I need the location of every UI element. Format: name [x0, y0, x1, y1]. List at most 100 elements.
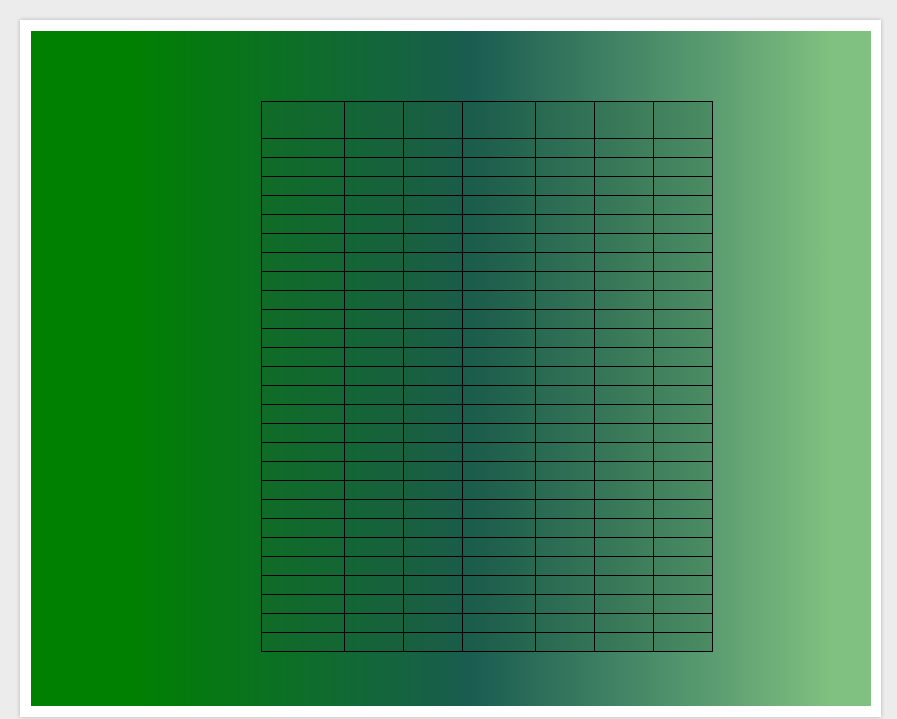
table-cell[interactable]: [535, 632, 595, 652]
table-cell[interactable]: [462, 632, 536, 652]
table-cell[interactable]: [594, 347, 654, 367]
table-cell[interactable]: [344, 309, 404, 329]
table-cell[interactable]: [535, 328, 595, 348]
table-cell[interactable]: [535, 366, 595, 386]
table-cell[interactable]: [261, 290, 345, 310]
table-cell[interactable]: [594, 233, 654, 253]
table-cell[interactable]: [261, 157, 345, 177]
table-cell[interactable]: [653, 328, 713, 348]
table-cell[interactable]: [462, 101, 536, 139]
table-cell[interactable]: [403, 195, 463, 215]
table-cell[interactable]: [344, 537, 404, 557]
table-cell[interactable]: [344, 328, 404, 348]
table-cell[interactable]: [594, 537, 654, 557]
table-cell[interactable]: [462, 347, 536, 367]
table-cell[interactable]: [653, 176, 713, 196]
table-cell[interactable]: [344, 195, 404, 215]
table-cell[interactable]: [653, 214, 713, 234]
table-cell[interactable]: [403, 176, 463, 196]
table-cell[interactable]: [653, 537, 713, 557]
table-cell[interactable]: [261, 632, 345, 652]
table-cell[interactable]: [653, 461, 713, 481]
table-cell[interactable]: [462, 271, 536, 291]
table-cell[interactable]: [594, 385, 654, 405]
table-cell[interactable]: [462, 214, 536, 234]
table-cell[interactable]: [344, 575, 404, 595]
table-cell[interactable]: [403, 461, 463, 481]
table-cell[interactable]: [653, 518, 713, 538]
table-cell[interactable]: [462, 442, 536, 462]
table-cell[interactable]: [344, 101, 404, 139]
table-cell[interactable]: [261, 214, 345, 234]
table-cell[interactable]: [261, 252, 345, 272]
table-cell[interactable]: [462, 518, 536, 538]
table-cell[interactable]: [403, 537, 463, 557]
table-cell[interactable]: [535, 214, 595, 234]
table-cell[interactable]: [403, 233, 463, 253]
table-cell[interactable]: [403, 575, 463, 595]
table-cell[interactable]: [344, 594, 404, 614]
table-cell[interactable]: [403, 442, 463, 462]
table-cell[interactable]: [462, 404, 536, 424]
table-cell[interactable]: [594, 195, 654, 215]
table-cell[interactable]: [462, 499, 536, 519]
table-cell[interactable]: [462, 480, 536, 500]
table-cell[interactable]: [261, 556, 345, 576]
table-cell[interactable]: [261, 328, 345, 348]
table-cell[interactable]: [261, 613, 345, 633]
table-cell[interactable]: [594, 404, 654, 424]
table-cell[interactable]: [344, 214, 404, 234]
table-cell[interactable]: [261, 233, 345, 253]
table-cell[interactable]: [462, 328, 536, 348]
table-cell[interactable]: [344, 613, 404, 633]
table-cell[interactable]: [462, 366, 536, 386]
table-cell[interactable]: [261, 385, 345, 405]
table-cell[interactable]: [594, 138, 654, 158]
table-cell[interactable]: [653, 499, 713, 519]
table-cell[interactable]: [653, 252, 713, 272]
table-cell[interactable]: [594, 556, 654, 576]
table-cell[interactable]: [653, 442, 713, 462]
table-cell[interactable]: [261, 480, 345, 500]
table-cell[interactable]: [535, 271, 595, 291]
table-cell[interactable]: [462, 195, 536, 215]
table-cell[interactable]: [535, 101, 595, 139]
table-cell[interactable]: [403, 138, 463, 158]
table-cell[interactable]: [403, 480, 463, 500]
table-cell[interactable]: [344, 233, 404, 253]
table-cell[interactable]: [403, 366, 463, 386]
table-cell[interactable]: [462, 309, 536, 329]
table-cell[interactable]: [261, 442, 345, 462]
table-cell[interactable]: [403, 613, 463, 633]
table-cell[interactable]: [653, 385, 713, 405]
table-cell[interactable]: [535, 613, 595, 633]
table-cell[interactable]: [261, 176, 345, 196]
table-cell[interactable]: [344, 385, 404, 405]
table-cell[interactable]: [653, 271, 713, 291]
table-cell[interactable]: [344, 271, 404, 291]
table-cell[interactable]: [403, 271, 463, 291]
table-cell[interactable]: [535, 290, 595, 310]
table-cell[interactable]: [653, 366, 713, 386]
table-cell[interactable]: [403, 157, 463, 177]
table-cell[interactable]: [344, 347, 404, 367]
table-cell[interactable]: [535, 347, 595, 367]
table-cell[interactable]: [403, 328, 463, 348]
table-cell[interactable]: [261, 594, 345, 614]
table-cell[interactable]: [535, 461, 595, 481]
table-cell[interactable]: [594, 252, 654, 272]
table-cell[interactable]: [594, 271, 654, 291]
table-cell[interactable]: [535, 233, 595, 253]
table-cell[interactable]: [403, 309, 463, 329]
table-cell[interactable]: [261, 537, 345, 557]
table-cell[interactable]: [261, 404, 345, 424]
table-cell[interactable]: [462, 138, 536, 158]
table-cell[interactable]: [594, 575, 654, 595]
table-cell[interactable]: [535, 480, 595, 500]
table-cell[interactable]: [594, 157, 654, 177]
table-cell[interactable]: [594, 613, 654, 633]
table-cell[interactable]: [261, 499, 345, 519]
table-cell[interactable]: [261, 309, 345, 329]
table-cell[interactable]: [261, 461, 345, 481]
table-cell[interactable]: [594, 101, 654, 139]
